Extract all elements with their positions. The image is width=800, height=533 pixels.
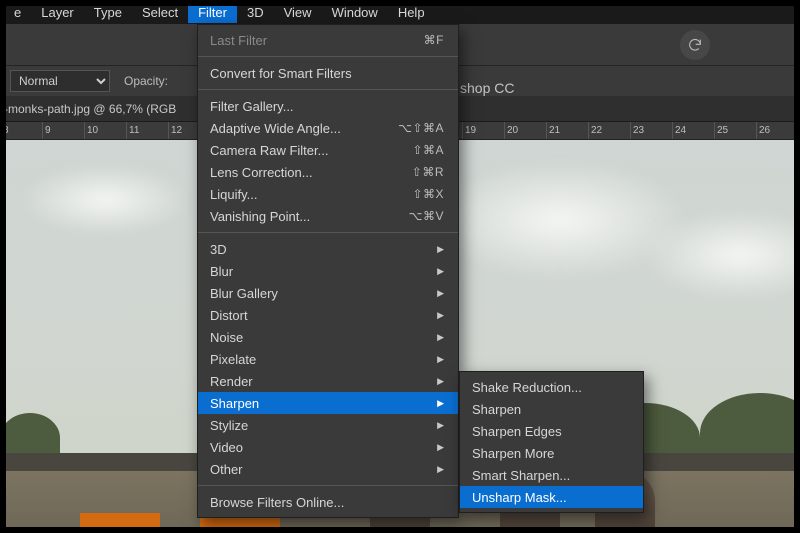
- menu-item-label: Blur Gallery: [210, 286, 278, 301]
- photo-cloud: [640, 210, 800, 300]
- menu-item-label: Liquify...: [210, 187, 257, 202]
- menu-item-label: 3D: [210, 242, 227, 257]
- ruler-tick: 24: [672, 122, 714, 139]
- menu-filter[interactable]: Filter: [188, 2, 237, 23]
- menu-item-label: Adaptive Wide Angle...: [210, 121, 341, 136]
- menu-shortcut: ⇧⌘A: [412, 143, 444, 157]
- menu-item-sharpen-basic[interactable]: Sharpen: [460, 398, 643, 420]
- menu-item-label: Sharpen Edges: [472, 424, 562, 439]
- menu-separator: [198, 56, 458, 57]
- menu-select[interactable]: Select: [132, 2, 188, 23]
- menu-item-render[interactable]: Render: [198, 370, 458, 392]
- menu-item-blur[interactable]: Blur: [198, 260, 458, 282]
- menu-item-label: Noise: [210, 330, 243, 345]
- ruler-tick: 26: [756, 122, 798, 139]
- menu-item-label: Filter Gallery...: [210, 99, 294, 114]
- menu-item-liquify[interactable]: Liquify... ⇧⌘X: [198, 183, 458, 205]
- menu-item-label: Distort: [210, 308, 248, 323]
- menu-item-label: Shake Reduction...: [472, 380, 582, 395]
- menu-item-sharpen[interactable]: Sharpen: [198, 392, 458, 414]
- menu-window[interactable]: Window: [322, 2, 388, 23]
- menu-item-smart-sharpen[interactable]: Smart Sharpen...: [460, 464, 643, 486]
- menu-item-shake-reduction[interactable]: Shake Reduction...: [460, 376, 643, 398]
- menu-item-label: Blur: [210, 264, 233, 279]
- ruler-tick: 21: [546, 122, 588, 139]
- menu-item-browse-filters[interactable]: Browse Filters Online...: [198, 491, 458, 513]
- menu-item-unsharp-mask[interactable]: Unsharp Mask...: [460, 486, 643, 508]
- sharpen-submenu: Shake Reduction... Sharpen Sharpen Edges…: [459, 371, 644, 513]
- ruler-tick: 19: [462, 122, 504, 139]
- menu-layer[interactable]: Layer: [31, 2, 84, 23]
- refresh-icon[interactable]: [680, 30, 710, 60]
- menu-item-camera-raw-filter[interactable]: Camera Raw Filter... ⇧⌘A: [198, 139, 458, 161]
- menu-item-label: Sharpen More: [472, 446, 554, 461]
- menu-separator: [198, 232, 458, 233]
- menu-item-adaptive-wide-angle[interactable]: Adaptive Wide Angle... ⌥⇧⌘A: [198, 117, 458, 139]
- opacity-label: Opacity:: [124, 74, 168, 88]
- menu-view[interactable]: View: [274, 2, 322, 23]
- ruler-tick: 20: [504, 122, 546, 139]
- menu-item-label: Sharpen: [210, 396, 259, 411]
- menu-item-label: Vanishing Point...: [210, 209, 310, 224]
- menu-item-convert-smart-filters[interactable]: Convert for Smart Filters: [198, 62, 458, 84]
- photo-cloud: [20, 165, 190, 235]
- menu-item-label: Stylize: [210, 418, 248, 433]
- menu-item-label: Other: [210, 462, 243, 477]
- menu-item-video[interactable]: Video: [198, 436, 458, 458]
- menu-item-label: Sharpen: [472, 402, 521, 417]
- menu-item-sharpen-more[interactable]: Sharpen More: [460, 442, 643, 464]
- menu-item-3d[interactable]: 3D: [198, 238, 458, 260]
- menu-item-stylize[interactable]: Stylize: [198, 414, 458, 436]
- menu-item-label: Convert for Smart Filters: [210, 66, 352, 81]
- menu-separator: [198, 89, 458, 90]
- filter-menu: Last Filter ⌘F Convert for Smart Filters…: [197, 24, 459, 518]
- menubar: e Layer Type Select Filter 3D View Windo…: [0, 0, 800, 24]
- menu-shortcut: ⇧⌘R: [412, 165, 444, 179]
- menu-item-label: Last Filter: [210, 33, 267, 48]
- menu-shortcut: ⌥⇧⌘A: [398, 121, 444, 135]
- menu-item-noise[interactable]: Noise: [198, 326, 458, 348]
- ruler-tick: 23: [630, 122, 672, 139]
- menu-3d[interactable]: 3D: [237, 2, 274, 23]
- ruler-tick: 10: [84, 122, 126, 139]
- menu-shortcut: ⌘F: [424, 33, 444, 47]
- menu-item-vanishing-point[interactable]: Vanishing Point... ⌥⌘V: [198, 205, 458, 227]
- menu-item-filter-gallery[interactable]: Filter Gallery...: [198, 95, 458, 117]
- menu-item-label: Camera Raw Filter...: [210, 143, 328, 158]
- menu-edit-partial[interactable]: e: [4, 2, 31, 23]
- ruler-tick: 22: [588, 122, 630, 139]
- menu-item-last-filter: Last Filter ⌘F: [198, 29, 458, 51]
- ruler-tick: 11: [126, 122, 168, 139]
- menu-shortcut: ⌥⌘V: [409, 209, 444, 223]
- menu-shortcut: ⇧⌘X: [412, 187, 444, 201]
- menu-help[interactable]: Help: [388, 2, 435, 23]
- menu-item-label: Pixelate: [210, 352, 256, 367]
- photo-robe: [80, 513, 160, 533]
- menu-type[interactable]: Type: [84, 2, 132, 23]
- menu-item-label: Unsharp Mask...: [472, 490, 567, 505]
- menu-item-sharpen-edges[interactable]: Sharpen Edges: [460, 420, 643, 442]
- menu-item-distort[interactable]: Distort: [198, 304, 458, 326]
- menu-item-other[interactable]: Other: [198, 458, 458, 480]
- ruler-tick: 9: [42, 122, 84, 139]
- menu-item-label: Render: [210, 374, 253, 389]
- ruler-tick: 8: [0, 122, 42, 139]
- ruler-tick: 25: [714, 122, 756, 139]
- menu-separator: [198, 485, 458, 486]
- menu-item-blur-gallery[interactable]: Blur Gallery: [198, 282, 458, 304]
- menu-item-label: Lens Correction...: [210, 165, 313, 180]
- menu-item-label: Browse Filters Online...: [210, 495, 344, 510]
- menu-item-lens-correction[interactable]: Lens Correction... ⇧⌘R: [198, 161, 458, 183]
- menu-item-label: Smart Sharpen...: [472, 468, 570, 483]
- menu-item-label: Video: [210, 440, 243, 455]
- blend-mode-select[interactable]: Normal: [10, 70, 110, 92]
- menu-item-pixelate[interactable]: Pixelate: [198, 348, 458, 370]
- app-name: shop CC: [460, 80, 514, 96]
